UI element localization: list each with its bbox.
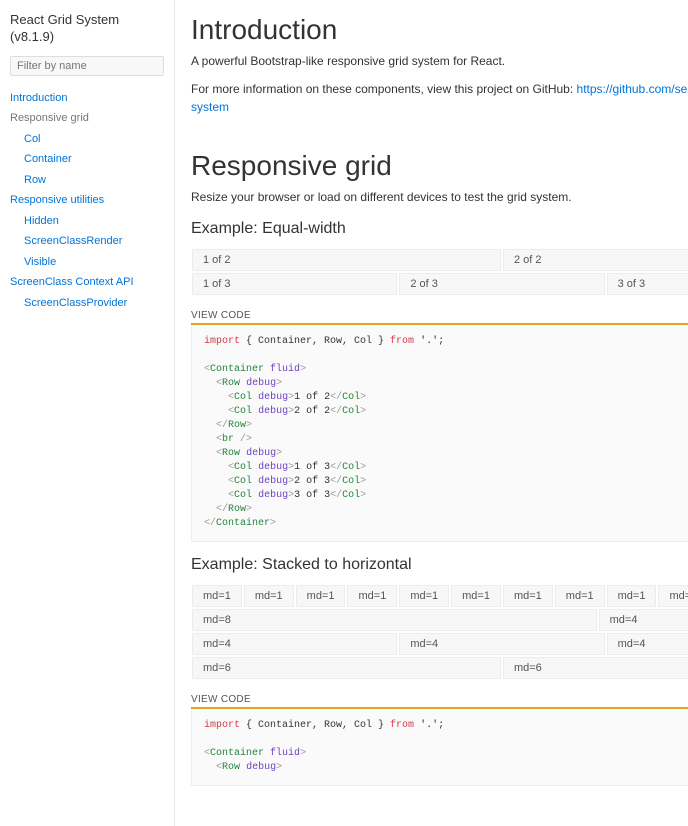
grid-cell: md=1 bbox=[607, 585, 657, 607]
example2-title: Example: Stacked to horizontal bbox=[191, 556, 688, 574]
sidebar-item[interactable]: Container bbox=[0, 149, 174, 170]
sidebar: React Grid System (v8.1.9) IntroductionR… bbox=[0, 0, 175, 826]
sidebar-item[interactable]: ScreenClass Context API bbox=[0, 272, 174, 293]
grid-cell: md=4 bbox=[192, 633, 397, 655]
sidebar-item[interactable]: Row bbox=[0, 170, 174, 191]
grid-cell: md=1 bbox=[658, 585, 688, 607]
grid-cell: md=4 bbox=[607, 633, 688, 655]
grid-cell: md=1 bbox=[555, 585, 605, 607]
example1-grid: 1 of 22 of 2 1 of 32 of 33 of 3 bbox=[191, 248, 688, 296]
grid-cell: md=4 bbox=[599, 609, 688, 631]
example1-title: Example: Equal-width bbox=[191, 220, 688, 238]
code-block-1: import { Container, Row, Col } from '.';… bbox=[191, 325, 688, 542]
sidebar-item[interactable]: Responsive utilities bbox=[0, 190, 174, 211]
grid-cell: md=6 bbox=[192, 657, 501, 679]
main-content: Introduction ⛶ A powerful Bootstrap-like… bbox=[175, 0, 688, 826]
sidebar-item[interactable]: Introduction bbox=[0, 88, 174, 109]
grid-cell: md=4 bbox=[399, 633, 604, 655]
grid-cell: md=6 bbox=[503, 657, 688, 679]
grid-cell: 2 of 2 bbox=[503, 249, 688, 271]
code-block-2: import { Container, Row, Col } from '.';… bbox=[191, 709, 688, 786]
grid-cell: md=8 bbox=[192, 609, 597, 631]
sidebar-item[interactable]: Col bbox=[0, 129, 174, 150]
example2-grid: md=1md=1md=1md=1md=1md=1md=1md=1md=1md=1… bbox=[191, 584, 688, 680]
view-code-label: VIEW CODE bbox=[191, 694, 251, 705]
sidebar-item[interactable]: ScreenClassRender bbox=[0, 231, 174, 252]
grid-cell: md=1 bbox=[244, 585, 294, 607]
sidebar-nav: IntroductionResponsive gridColContainerR… bbox=[0, 82, 174, 320]
grid-cell: md=1 bbox=[347, 585, 397, 607]
sidebar-title: React Grid System (v8.1.9) bbox=[0, 8, 174, 50]
sidebar-item[interactable]: Visible bbox=[0, 252, 174, 273]
grid-cell: md=1 bbox=[296, 585, 346, 607]
grid-cell: 3 of 3 bbox=[607, 273, 688, 295]
grid-cell: md=1 bbox=[451, 585, 501, 607]
intro-p1: A powerful Bootstrap-like responsive gri… bbox=[191, 52, 688, 70]
intro-heading: Introduction bbox=[191, 14, 337, 46]
grid-desc: Resize your browser or load on different… bbox=[191, 188, 688, 206]
grid-cell: 2 of 3 bbox=[399, 273, 604, 295]
grid-heading: Responsive grid bbox=[191, 150, 392, 182]
grid-cell: md=1 bbox=[399, 585, 449, 607]
intro-p2: For more information on these components… bbox=[191, 80, 688, 116]
grid-cell: 1 of 3 bbox=[192, 273, 397, 295]
sidebar-item[interactable]: Responsive grid bbox=[0, 108, 174, 129]
grid-cell: md=1 bbox=[192, 585, 242, 607]
view-code-label: VIEW CODE bbox=[191, 310, 251, 321]
grid-cell: 1 of 2 bbox=[192, 249, 501, 271]
sidebar-item[interactable]: Hidden bbox=[0, 211, 174, 232]
filter-input[interactable] bbox=[10, 56, 164, 76]
view-code-bar[interactable]: VIEW CODE ⛶ bbox=[191, 694, 688, 709]
sidebar-item[interactable]: ScreenClassProvider bbox=[0, 293, 174, 314]
view-code-bar[interactable]: VIEW CODE ⛶ bbox=[191, 310, 688, 325]
grid-cell: md=1 bbox=[503, 585, 553, 607]
